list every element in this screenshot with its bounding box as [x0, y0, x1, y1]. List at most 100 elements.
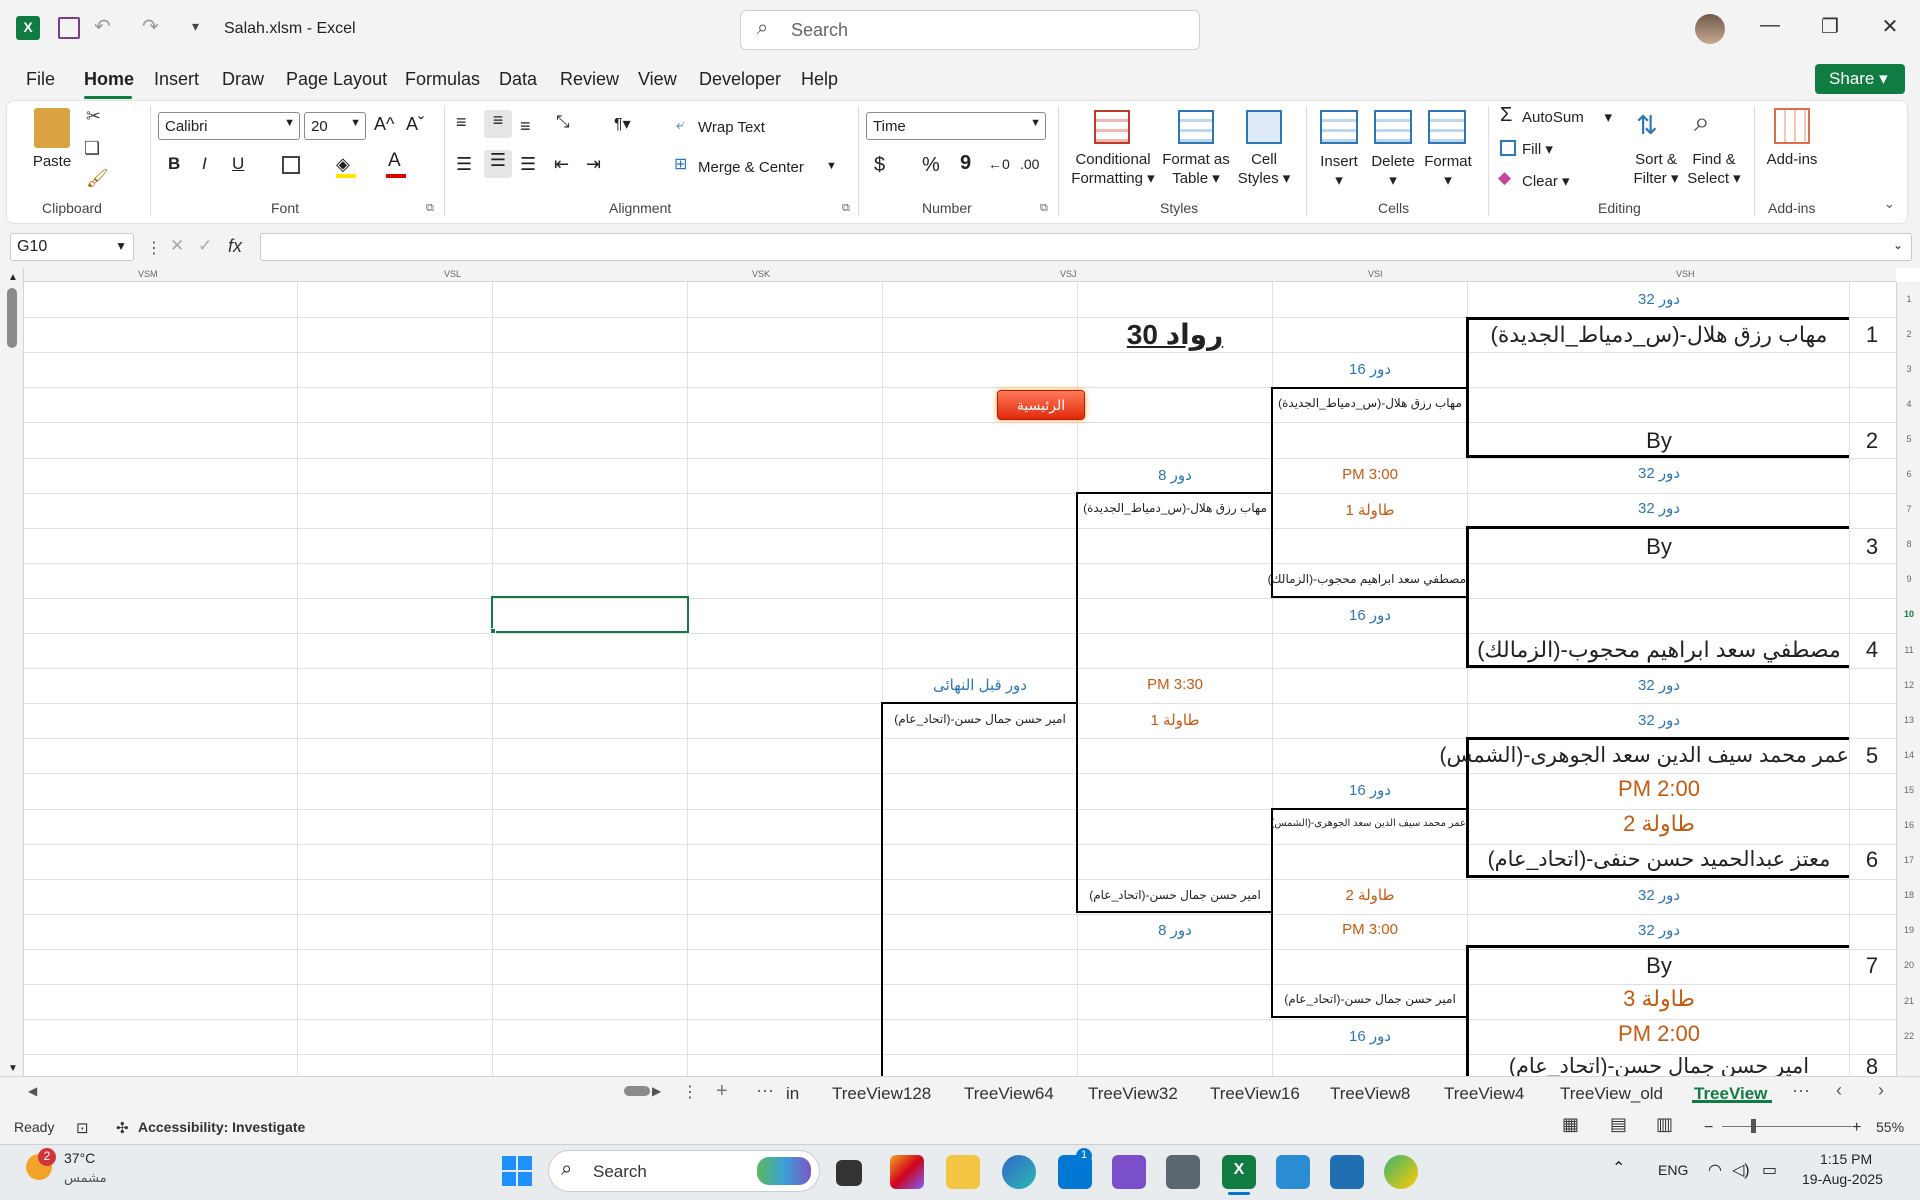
- fill-color-icon[interactable]: ◈: [336, 154, 350, 175]
- customize-toolbar-icon[interactable]: ▾: [192, 18, 199, 35]
- column-header[interactable]: VSM: [138, 269, 158, 279]
- row-header[interactable]: 6: [1897, 469, 1920, 479]
- confirm-entry-icon[interactable]: ✓: [198, 236, 212, 256]
- align-top-icon[interactable]: ≡: [456, 112, 467, 133]
- dialog-launcher-icon[interactable]: ⧉: [426, 202, 434, 215]
- row-header[interactable]: 19: [1897, 925, 1920, 935]
- number-format-select[interactable]: Time ▼: [866, 112, 1046, 140]
- copilot-icon[interactable]: [890, 1155, 924, 1189]
- name-box[interactable]: G10 ▼: [10, 233, 134, 261]
- cut-icon[interactable]: ✂: [86, 106, 101, 127]
- row-header[interactable]: 4: [1897, 399, 1920, 409]
- row-header[interactable]: 17: [1897, 855, 1920, 865]
- clear-button[interactable]: Clear ▾: [1522, 172, 1570, 191]
- battery-icon[interactable]: ▭: [1762, 1160, 1777, 1180]
- align-center-icon[interactable]: ☰: [484, 150, 512, 178]
- tab-data[interactable]: Data: [499, 69, 537, 90]
- column-header[interactable]: VSI: [1368, 269, 1383, 279]
- minimize-icon[interactable]: —: [1750, 14, 1790, 37]
- tab-draw[interactable]: Draw: [222, 69, 264, 90]
- selected-cell[interactable]: [491, 596, 689, 633]
- add-ins-button[interactable]: Add-ins: [1762, 150, 1822, 169]
- macro-record-icon[interactable]: ⊡: [76, 1119, 89, 1137]
- text-direction-icon[interactable]: ¶▾: [614, 114, 631, 134]
- increase-indent-icon[interactable]: ⇥: [586, 154, 601, 175]
- decrease-decimal-icon[interactable]: .00: [1020, 156, 1039, 172]
- align-middle-icon[interactable]: ≡: [484, 110, 512, 138]
- row-header[interactable]: 5: [1897, 434, 1920, 444]
- row-header[interactable]: 1: [1897, 294, 1920, 304]
- sheet-tab[interactable]: in: [786, 1084, 799, 1104]
- python-icon[interactable]: [1384, 1155, 1418, 1189]
- paste-icon[interactable]: [34, 108, 70, 148]
- decrease-font-icon[interactable]: Aˇ: [406, 114, 424, 135]
- copy-icon[interactable]: ❏: [84, 138, 100, 159]
- row-header[interactable]: 10: [1897, 609, 1920, 619]
- format-cells-button[interactable]: Format ▾: [1420, 152, 1476, 190]
- more-sheets-icon[interactable]: ···: [756, 1080, 774, 1101]
- sheet-tab[interactable]: TreeView4: [1444, 1084, 1524, 1104]
- redo-icon[interactable]: ↷: [142, 14, 159, 39]
- visual-studio-icon[interactable]: [1112, 1155, 1146, 1189]
- row-header[interactable]: 7: [1897, 504, 1920, 514]
- row-header[interactable]: 18: [1897, 890, 1920, 900]
- row-header[interactable]: 20: [1897, 960, 1920, 970]
- tab-help[interactable]: Help: [801, 69, 838, 90]
- more-tabs-icon[interactable]: ···: [1792, 1080, 1810, 1101]
- tab-developer[interactable]: Developer: [699, 69, 781, 90]
- cell-styles-button[interactable]: Cell Styles ▾: [1234, 150, 1294, 188]
- more-options-icon[interactable]: ⋮: [146, 238, 162, 258]
- sheet-tab[interactable]: TreeView128: [832, 1084, 931, 1104]
- scroll-up-icon[interactable]: ▲: [8, 272, 18, 283]
- task-view-icon[interactable]: [836, 1160, 862, 1186]
- row-header[interactable]: 9: [1897, 574, 1920, 584]
- decrease-indent-icon[interactable]: ⇤: [554, 154, 569, 175]
- close-icon[interactable]: ✕: [1870, 14, 1910, 39]
- tab-page-layout[interactable]: Page Layout: [286, 69, 387, 90]
- dialog-launcher-icon[interactable]: ⧉: [842, 202, 850, 215]
- tab-review[interactable]: Review: [560, 69, 619, 90]
- windows-start-icon[interactable]: [502, 1156, 532, 1186]
- row-header[interactable]: 11: [1897, 645, 1920, 655]
- save-icon[interactable]: [58, 17, 80, 39]
- share-button[interactable]: Share ▾: [1815, 64, 1905, 94]
- sheet-tab[interactable]: TreeView32: [1088, 1084, 1178, 1104]
- zoom-in-icon[interactable]: +: [1852, 1119, 1861, 1137]
- tab-formulas[interactable]: Formulas: [405, 69, 480, 90]
- row-header[interactable]: 15: [1897, 785, 1920, 795]
- clock-time[interactable]: 1:15 PM: [1820, 1151, 1872, 1167]
- format-as-table-button[interactable]: Format as Table ▾: [1156, 150, 1236, 188]
- wifi-icon[interactable]: ◠: [1708, 1160, 1722, 1180]
- bold-button[interactable]: B: [168, 154, 180, 174]
- row-header[interactable]: 13: [1897, 715, 1920, 725]
- currency-button[interactable]: $: [874, 154, 885, 177]
- sheet-tab[interactable]: TreeView64: [964, 1084, 1054, 1104]
- insert-cells-button[interactable]: Insert ▾: [1314, 152, 1364, 190]
- accessibility-status[interactable]: Accessibility: Investigate: [138, 1119, 305, 1135]
- align-left-icon[interactable]: ☰: [456, 154, 472, 175]
- restore-icon[interactable]: ❐: [1810, 14, 1850, 39]
- conditional-formatting-button[interactable]: Conditional Formatting ▾: [1068, 150, 1158, 188]
- clock-date[interactable]: 19-Aug-2025: [1802, 1171, 1883, 1187]
- align-right-icon[interactable]: ☰: [520, 154, 536, 175]
- excel-taskbar-icon[interactable]: X: [1222, 1155, 1256, 1189]
- zoom-out-icon[interactable]: −: [1704, 1119, 1713, 1137]
- main-menu-button[interactable]: الرئيسية: [997, 390, 1085, 420]
- italic-button[interactable]: I: [202, 154, 207, 174]
- file-explorer-icon[interactable]: [946, 1155, 980, 1189]
- prev-sheet-icon[interactable]: ‹: [1836, 1080, 1842, 1101]
- insert-function-button[interactable]: fx: [228, 236, 242, 257]
- merge-center-button[interactable]: Merge & Center: [698, 158, 804, 177]
- zoom-slider[interactable]: [1722, 1126, 1852, 1127]
- row-header[interactable]: 3: [1897, 364, 1920, 374]
- underline-button[interactable]: U: [232, 154, 244, 174]
- sort-filter-button[interactable]: Sort & Filter ▾: [1626, 150, 1686, 188]
- fill-button[interactable]: Fill ▾: [1522, 140, 1553, 159]
- edge-icon[interactable]: [1002, 1155, 1036, 1189]
- row-header[interactable]: 2: [1897, 329, 1920, 339]
- sheet-tab[interactable]: TreeView8: [1330, 1084, 1410, 1104]
- tab-view[interactable]: View: [638, 69, 677, 90]
- dialog-launcher-icon[interactable]: ⧉: [1040, 202, 1048, 215]
- tab-options-icon[interactable]: ⋮: [682, 1082, 698, 1102]
- formula-input[interactable]: ⌄: [260, 233, 1912, 261]
